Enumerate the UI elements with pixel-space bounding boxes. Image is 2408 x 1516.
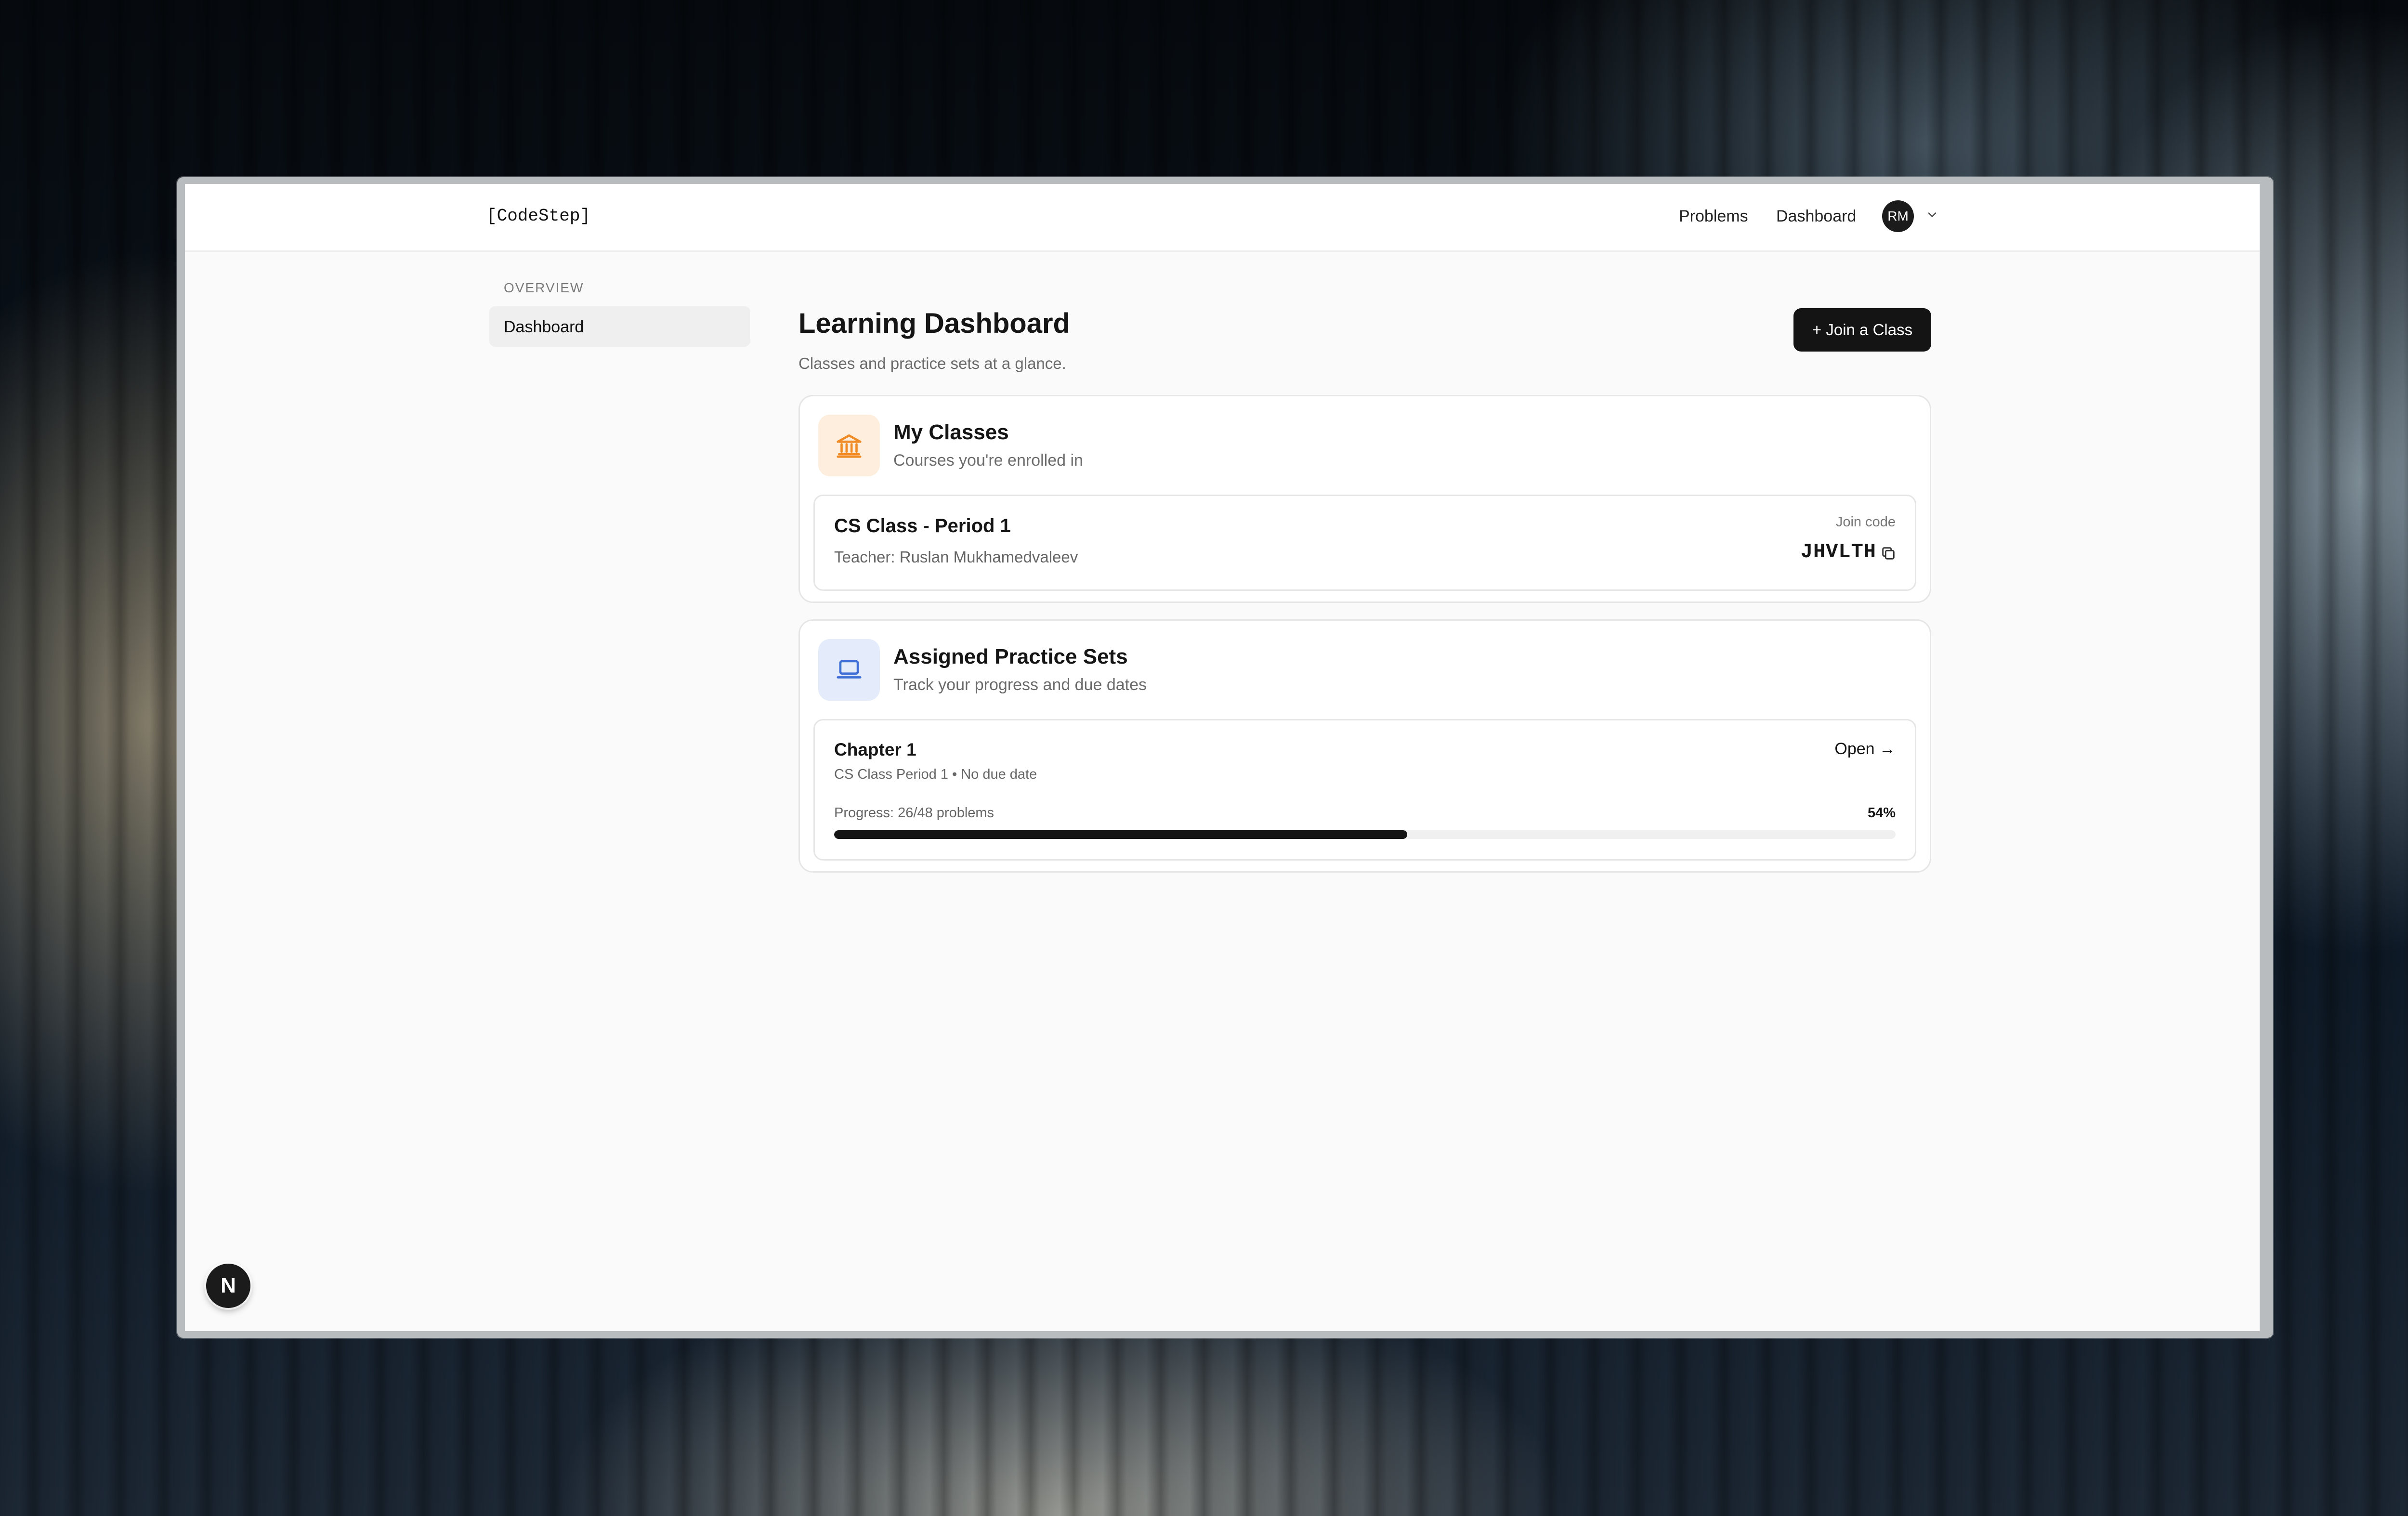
page-viewport: [CodeStep] Problems Dashboard RM OVERVIE… xyxy=(185,184,2260,1331)
progress-label: Progress: 26/48 problems xyxy=(834,805,995,821)
app-logo[interactable]: [CodeStep] xyxy=(486,206,590,226)
class-teacher: Teacher: Ruslan Mukhamedvaleev xyxy=(834,548,1078,566)
page-title: Learning Dashboard xyxy=(798,308,1070,339)
nav-link-dashboard[interactable]: Dashboard xyxy=(1776,207,1856,226)
page-subtitle: Classes and practice sets at a glance. xyxy=(798,354,1066,372)
sidebar-item-label: Dashboard xyxy=(504,318,584,336)
my-classes-card: My Classes Courses you're enrolled in CS… xyxy=(798,395,1931,603)
nav-link-problems[interactable]: Problems xyxy=(1679,207,1748,226)
practice-sets-subtitle: Track your progress and due dates xyxy=(893,676,1147,694)
sidebar-section-title: OVERVIEW xyxy=(504,280,584,295)
nextjs-dev-badge[interactable]: N xyxy=(206,1264,250,1308)
laptop-icon xyxy=(818,639,880,701)
progress-bar xyxy=(834,830,1896,839)
top-navigation: [CodeStep] Problems Dashboard RM xyxy=(185,184,2260,252)
join-class-button[interactable]: + Join a Class xyxy=(1793,308,1931,352)
my-classes-title: My Classes xyxy=(893,420,1009,444)
bank-building-icon xyxy=(818,415,880,476)
progress-percent: 54% xyxy=(1867,805,1896,821)
sidebar-item-dashboard[interactable]: Dashboard xyxy=(489,306,750,347)
join-code-label: Join code xyxy=(1835,514,1896,530)
practice-set-title: Chapter 1 xyxy=(834,740,916,759)
copy-icon[interactable] xyxy=(1880,545,1897,562)
my-classes-subtitle: Courses you're enrolled in xyxy=(893,451,1083,470)
practice-set-meta: CS Class Period 1 • No due date xyxy=(834,767,1037,782)
browser-window: [CodeStep] Problems Dashboard RM OVERVIE… xyxy=(177,177,2273,1338)
class-item[interactable]: CS Class - Period 1 Teacher: Ruslan Mukh… xyxy=(813,495,1916,591)
join-code-value: JHVLTH xyxy=(1800,540,1876,563)
practice-sets-card: Assigned Practice Sets Track your progre… xyxy=(798,619,1931,873)
progress-bar-fill xyxy=(834,830,1408,839)
chevron-down-icon[interactable] xyxy=(1925,208,1939,222)
class-name: CS Class - Period 1 xyxy=(834,515,1011,536)
practice-set-item[interactable]: Chapter 1 CS Class Period 1 • No due dat… xyxy=(813,719,1916,861)
practice-sets-title: Assigned Practice Sets xyxy=(893,645,1128,668)
open-practice-set-link[interactable]: Open → xyxy=(1834,740,1896,758)
user-avatar[interactable]: RM xyxy=(1882,200,1914,232)
